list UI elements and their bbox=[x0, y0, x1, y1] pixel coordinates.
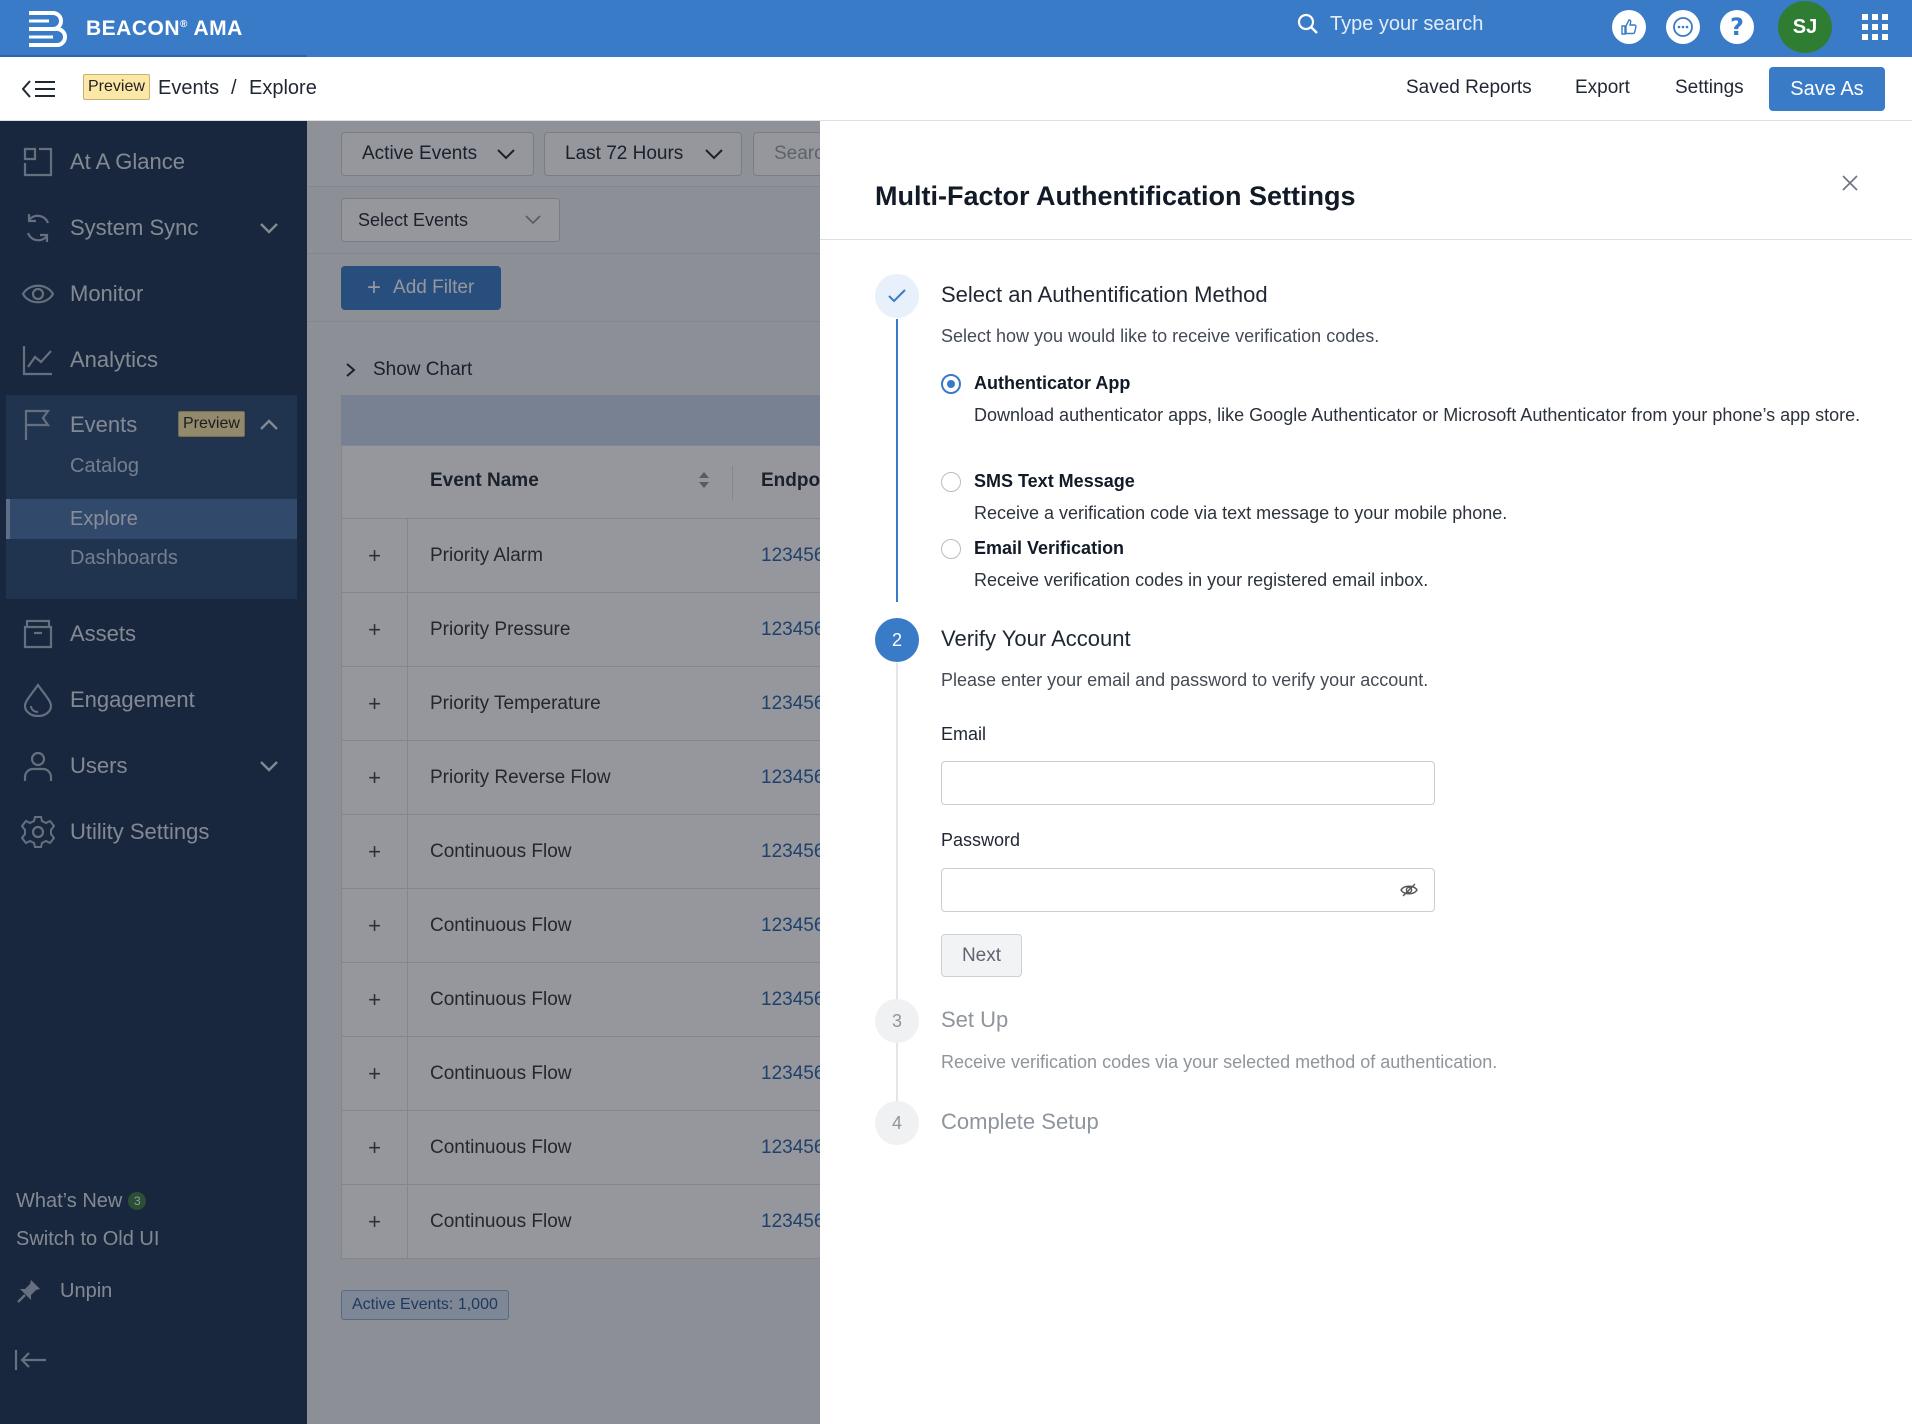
app-launcher-icon[interactable] bbox=[1862, 14, 1888, 40]
radio-email-verification[interactable] bbox=[941, 539, 961, 559]
global-search[interactable]: Type your search bbox=[1296, 12, 1483, 36]
user-avatar[interactable]: SJ bbox=[1778, 1, 1832, 53]
password-label: Password bbox=[941, 830, 1021, 850]
close-icon[interactable] bbox=[1842, 175, 1858, 191]
radio-authenticator-app[interactable] bbox=[941, 374, 961, 394]
step-2-title: Verify Your Account bbox=[941, 626, 1131, 651]
step-4-number: 4 bbox=[875, 1101, 919, 1145]
feedback-thumbs-up-icon[interactable] bbox=[1612, 10, 1646, 44]
mfa-settings-panel: Multi-Factor Authentification Settings S… bbox=[820, 121, 1912, 1424]
help-icon[interactable]: ? bbox=[1720, 10, 1754, 44]
breadcrumb-events[interactable]: Events bbox=[158, 77, 219, 100]
email-field[interactable] bbox=[941, 761, 1435, 805]
brand-name: BEACON® AMA bbox=[86, 16, 243, 40]
chat-icon[interactable] bbox=[1666, 10, 1700, 44]
password-field[interactable] bbox=[941, 868, 1435, 912]
eye-off-icon[interactable] bbox=[1400, 882, 1418, 898]
settings-link[interactable]: Settings bbox=[1675, 77, 1744, 99]
next-button[interactable]: Next bbox=[941, 934, 1022, 977]
avatar-initials: SJ bbox=[1792, 15, 1818, 38]
radio-sms-text-message[interactable] bbox=[941, 472, 961, 492]
option-email-description: Receive verification codes in your regis… bbox=[974, 570, 1429, 590]
preview-badge: Preview bbox=[83, 74, 150, 100]
modal-backdrop[interactable] bbox=[0, 121, 820, 1424]
step-4-title: Complete Setup bbox=[941, 1109, 1099, 1134]
breadcrumb-separator: / bbox=[231, 77, 237, 99]
search-icon bbox=[1297, 13, 1318, 34]
option-email-title[interactable]: Email Verification bbox=[974, 538, 1124, 559]
step-1-check-icon bbox=[875, 274, 919, 318]
step-2-number: 2 bbox=[875, 618, 919, 662]
export-link[interactable]: Export bbox=[1575, 77, 1630, 99]
step-3-description: Receive verification codes via your sele… bbox=[941, 1052, 1498, 1072]
option-sms-title[interactable]: SMS Text Message bbox=[974, 471, 1135, 492]
email-label: Email bbox=[941, 724, 987, 744]
sub-header: Preview Events / Explore Saved Reports E… bbox=[0, 57, 1912, 121]
save-as-button[interactable]: Save As bbox=[1769, 67, 1885, 111]
saved-reports-link[interactable]: Saved Reports bbox=[1406, 77, 1532, 99]
search-placeholder: Type your search bbox=[1330, 12, 1484, 35]
step-2-description: Please enter your email and password to … bbox=[941, 670, 1429, 690]
step-3-title: Set Up bbox=[941, 1007, 1009, 1032]
panel-title: Multi-Factor Authentification Settings bbox=[875, 181, 1356, 211]
step-3-number: 3 bbox=[875, 999, 919, 1043]
panel-header: Multi-Factor Authentification Settings bbox=[820, 121, 1912, 240]
step-1-connector bbox=[896, 319, 898, 602]
menu-collapse-icon[interactable] bbox=[22, 79, 58, 99]
step-1-title: Select an Authentification Method bbox=[941, 282, 1268, 307]
step-1-description: Select how you would like to receive ver… bbox=[941, 326, 1380, 346]
option-authenticator-app-title[interactable]: Authenticator App bbox=[974, 373, 1130, 394]
brand[interactable]: BEACON® AMA bbox=[0, 0, 243, 57]
top-bar: BEACON® AMA Type your search ? SJ bbox=[0, 0, 1912, 58]
option-authenticator-app-description: Download authenticator apps, like Google… bbox=[974, 405, 1861, 425]
option-sms-description: Receive a verification code via text mes… bbox=[974, 503, 1508, 523]
beacon-logo-icon bbox=[29, 10, 67, 47]
breadcrumb-explore: Explore bbox=[249, 77, 317, 99]
